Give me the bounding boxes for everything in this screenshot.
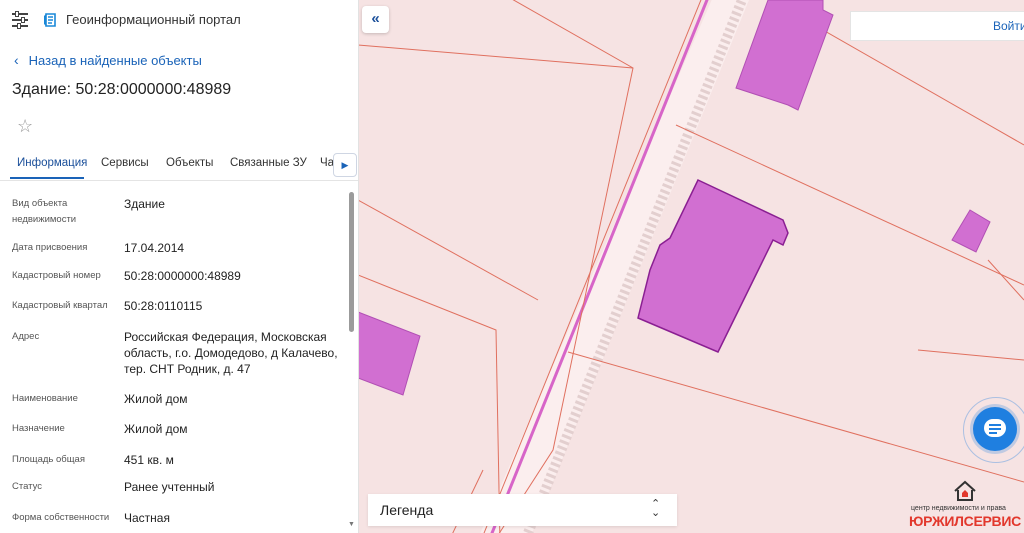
tab-info[interactable]: Информация <box>17 157 87 169</box>
login-bar: Войти <box>850 11 1024 41</box>
settings-sliders-icon[interactable] <box>12 11 28 29</box>
app-title: Геоинформационный портал <box>66 12 241 27</box>
info-value: Ранее учтенный <box>124 480 215 494</box>
collapse-panel-button[interactable]: « <box>362 6 389 33</box>
tab-services[interactable]: Сервисы <box>101 157 149 169</box>
info-label: Назначение <box>12 423 65 434</box>
info-value: Российская Федерация, Московская область… <box>124 330 338 376</box>
active-tab-indicator <box>10 177 84 179</box>
panel-header: Геоинформационный портал <box>0 0 358 40</box>
cadastral-map[interactable] <box>358 0 1024 533</box>
info-label: Адрес <box>12 331 40 342</box>
info-label: Форма собственности <box>12 512 110 523</box>
watermark: центр недвижимости и права ЮРЖИЛСЕРВИС <box>905 480 1024 533</box>
tab-objects[interactable]: Объекты <box>166 157 213 169</box>
watermark-brand: ЮРЖИЛСЕРВИС <box>909 513 1021 529</box>
info-value: 50:28:0110115 <box>124 299 203 313</box>
info-label: Кадастровый квартал <box>12 300 108 311</box>
login-link[interactable]: Войти <box>993 19 1024 33</box>
info-label: Наименование <box>12 393 78 404</box>
info-label: Кадастровый номер <box>12 270 101 281</box>
legend-dropdown[interactable]: Легенда ⌃ ⌄ <box>368 494 677 526</box>
info-value: 17.04.2014 <box>124 241 185 255</box>
back-to-results-link[interactable]: ‹ Назад в найденные объекты <box>14 52 202 68</box>
panel-scrollbar[interactable] <box>349 192 354 332</box>
info-value: 50:28:0000000:48989 <box>124 269 241 283</box>
info-value: Здание <box>124 197 165 211</box>
tabs-scroll-right-icon[interactable]: ▶ <box>333 153 357 177</box>
back-link-label: Назад в найденные объекты <box>28 52 202 68</box>
portal-logo-icon <box>44 13 56 27</box>
info-value: Жилой дом <box>124 422 188 436</box>
object-tabs: Информация Сервисы Объекты Связанные ЗУ … <box>0 148 358 181</box>
tab-partial[interactable]: Ча <box>320 157 334 169</box>
info-value: Жилой дом <box>124 392 188 406</box>
info-value: 451 кв. м <box>124 453 174 467</box>
info-label: Площадь общая <box>12 454 85 465</box>
favorite-star-icon[interactable]: ☆ <box>17 116 33 137</box>
info-panel: Геоинформационный портал ‹ Назад в найде… <box>0 0 359 533</box>
expand-arrows-icon: ⌃ ⌄ <box>651 498 661 519</box>
house-logo-icon <box>954 480 976 501</box>
info-label: Статус <box>12 481 43 492</box>
watermark-subtitle: центр недвижимости и права <box>911 505 1006 512</box>
scroll-down-arrow-icon[interactable]: ▼ <box>348 521 355 528</box>
info-label: Вид объекта недвижимости <box>12 198 77 225</box>
tab-related-parcels[interactable]: Связанные ЗУ <box>230 157 307 169</box>
chat-bubble-icon <box>984 419 1006 437</box>
object-title: Здание: 50:28:0000000:48989 <box>12 81 232 98</box>
chat-button[interactable] <box>973 407 1017 451</box>
chevron-left-icon: ‹ <box>14 52 19 68</box>
legend-label: Легенда <box>380 502 434 518</box>
info-label: Дата присвоения <box>12 242 88 253</box>
info-value: Частная <box>124 511 170 525</box>
